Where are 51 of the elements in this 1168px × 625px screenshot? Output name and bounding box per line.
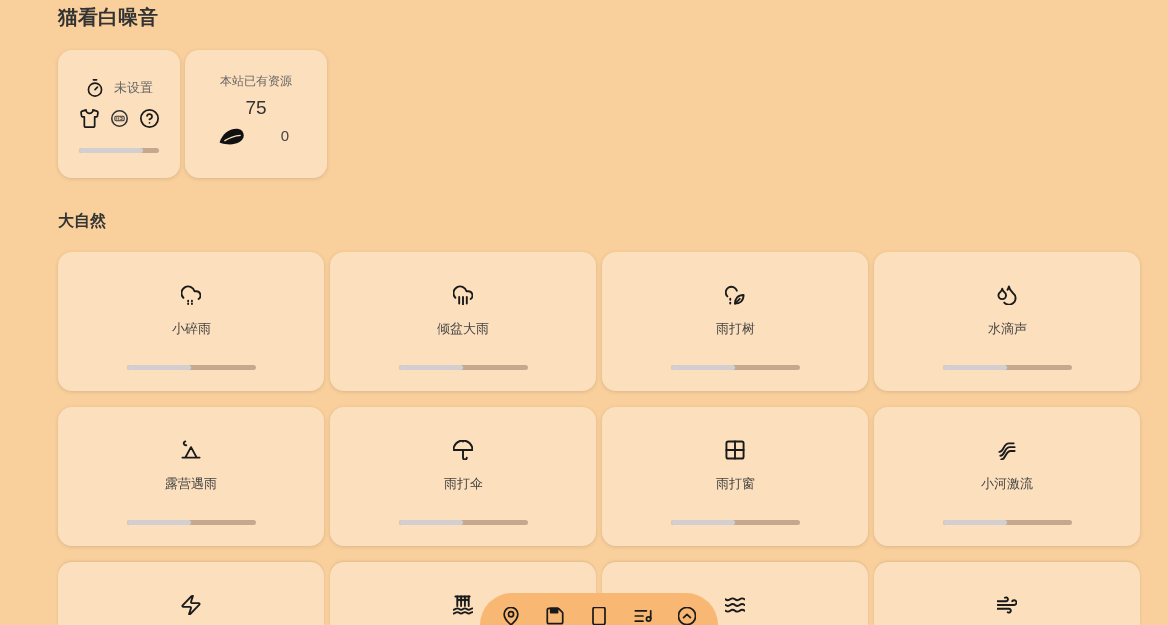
sound-label: 露营遇雨 [165, 475, 217, 493]
volume-slider[interactable] [670, 365, 800, 370]
sound-label: 水滴声 [987, 320, 1027, 338]
map-pin-icon [502, 607, 520, 625]
sound-label: 小河激流 [981, 475, 1033, 493]
volume-slider[interactable] [942, 520, 1072, 525]
sound-card[interactable]: 雨打树 [602, 252, 868, 391]
timer-status: 未设置 [113, 79, 153, 97]
volume-slider[interactable] [670, 520, 800, 525]
page-title: 猫看白噪音 [58, 5, 158, 30]
volume-slider[interactable] [126, 520, 256, 525]
sound-label: 小碎雨 [171, 320, 211, 338]
tent-icon [181, 440, 201, 460]
lightning-icon [181, 595, 201, 615]
sound-label: 倾盆大雨 [437, 320, 489, 338]
wavy-lines-icon [997, 440, 1017, 460]
music-list-icon [634, 607, 652, 625]
tablet-icon [590, 607, 608, 625]
sound-card[interactable]: 倾盆大雨 [330, 252, 596, 391]
volume-slider[interactable] [942, 365, 1072, 370]
waterfall-icon [453, 595, 473, 615]
shirt-icon [79, 109, 99, 128]
droplets-icon [997, 285, 1017, 305]
sound-label: 雨打伞 [443, 475, 483, 493]
display-circle-icon [110, 110, 128, 127]
resource-count: 75 [245, 96, 267, 120]
leaf-icon [218, 126, 245, 146]
section-heading: 大自然 [58, 211, 106, 231]
sound-card[interactable]: 小碎雨 [58, 252, 324, 391]
cloud-drizzle-icon [181, 285, 201, 305]
volume-slider[interactable] [126, 365, 256, 370]
volume-slider[interactable] [398, 365, 528, 370]
help-icon [139, 109, 159, 128]
volume-slider[interactable] [398, 520, 528, 525]
timer-icon [85, 79, 104, 97]
sound-card[interactable]: 雨打伞 [330, 407, 596, 546]
sound-label: 雨打树 [715, 320, 755, 338]
cloud-heavy-rain-icon [453, 285, 473, 305]
sound-card[interactable]: 小河激流 [874, 407, 1140, 546]
sound-card[interactable]: 露营遇雨 [58, 407, 324, 546]
window-grid-icon [725, 440, 745, 460]
wind-icon [997, 595, 1017, 615]
sound-card[interactable]: 雨打窗 [602, 407, 868, 546]
timer-slider[interactable] [79, 148, 159, 153]
cloud-leaf-icon [725, 285, 745, 305]
leaf-count: 0 [280, 126, 290, 146]
sound-label: 雨打窗 [715, 475, 755, 493]
umbrella-icon [453, 440, 473, 460]
sound-card[interactable]: 水滴声 [874, 252, 1140, 391]
resource-label: 本站已有资源 [220, 73, 292, 89]
waves-icon [725, 595, 745, 615]
